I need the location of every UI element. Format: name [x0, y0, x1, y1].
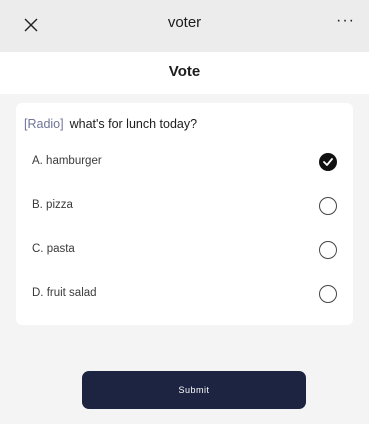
submit-button[interactable]: Submit: [82, 371, 306, 409]
option-b[interactable]: B. pizza: [16, 187, 353, 227]
top-bar: voter ···: [0, 0, 369, 52]
option-c[interactable]: C. pasta: [16, 231, 353, 271]
radio-checked-icon[interactable]: [319, 153, 337, 171]
option-label: B. pizza: [32, 199, 73, 211]
more-icon[interactable]: ···: [336, 12, 355, 30]
radio-unchecked-icon[interactable]: [319, 197, 337, 215]
radio-unchecked-icon[interactable]: [319, 285, 337, 303]
option-label: D. fruit salad: [32, 287, 97, 299]
question-card: [Radio] what's for lunch today? A. hambur…: [16, 103, 353, 325]
option-d[interactable]: D. fruit salad: [16, 275, 353, 315]
question-type-tag: [Radio]: [24, 117, 64, 131]
question-row: [Radio] what's for lunch today?: [24, 117, 197, 131]
page-title: Vote: [168, 63, 201, 80]
option-label: A. hamburger: [32, 155, 102, 167]
app-title: voter: [167, 14, 202, 31]
question-text: what's for lunch today?: [69, 117, 198, 131]
option-a[interactable]: A. hamburger: [16, 143, 353, 183]
page-header: Vote: [0, 52, 369, 94]
option-label: C. pasta: [32, 243, 75, 255]
radio-unchecked-icon[interactable]: [319, 241, 337, 259]
